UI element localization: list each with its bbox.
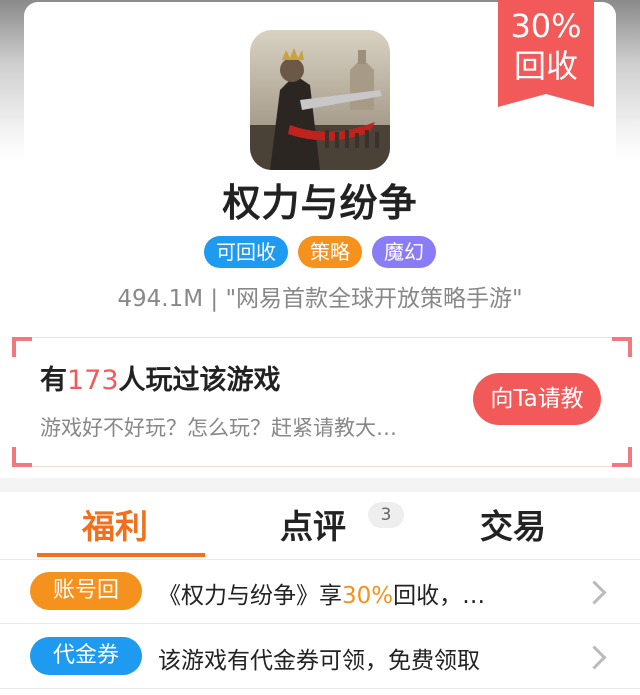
players-suffix: 人玩过该游戏 <box>118 365 281 396</box>
benefit-text-before: 《权力与纷争》享 <box>158 583 342 609</box>
benefit-highlight: 30% <box>342 583 394 609</box>
frame-corner-top-right <box>612 337 632 357</box>
game-size-and-slogan: 494.1M | "网易首款全球开放策略手游" <box>117 286 523 312</box>
row-divider <box>0 623 640 624</box>
game-title: 权力与纷争 <box>222 181 418 225</box>
game-app-icon[interactable] <box>250 30 390 170</box>
row-divider <box>0 688 640 689</box>
rebate-percent: 30% <box>510 7 582 45</box>
benefit-pill-voucher: 代金券 <box>30 637 142 675</box>
tag-strategy[interactable]: 策略 <box>298 236 362 268</box>
frame-corner-bottom-right <box>612 447 632 467</box>
frame-corner-bottom-left <box>12 447 32 467</box>
benefit-text-after: 回收，… <box>393 583 486 609</box>
benefit-text-voucher: 该游戏有代金券可领，免费领取 <box>158 648 480 674</box>
game-tags: 可回收 策略 魔幻 <box>0 236 640 268</box>
benefit-text-account: 《权力与纷争》享30%回收，… <box>158 576 485 610</box>
tab-trade[interactable]: 交易 <box>480 500 546 548</box>
chevron-right-icon <box>582 580 607 605</box>
ask-subtitle: 游戏好不好玩？怎么玩？赶紧请教大… <box>40 416 397 440</box>
active-tab-indicator <box>37 553 205 557</box>
tag-recyclable[interactable]: 可回收 <box>204 236 288 268</box>
tab-reviews[interactable]: 点评 <box>280 500 346 548</box>
ask-player-button[interactable]: 向Ta请教 <box>473 373 601 425</box>
rebate-label: 回收 <box>513 47 578 85</box>
reviews-count-badge: 3 <box>368 502 404 528</box>
chevron-right-icon <box>582 645 607 670</box>
section-separator <box>0 478 640 492</box>
frame-corner-top-left <box>12 337 32 357</box>
players-prefix: 有 <box>40 365 67 396</box>
tabs-divider <box>0 559 640 560</box>
game-icon-artwork <box>250 30 390 170</box>
tag-fantasy[interactable]: 魔幻 <box>372 236 436 268</box>
benefit-pill-account: 账号回 <box>30 572 142 610</box>
rebate-ribbon: 30% 回收 <box>498 0 594 107</box>
tab-benefits[interactable]: 福利 <box>82 500 148 548</box>
rebate-text: 30% 回收 <box>498 6 594 86</box>
players-count-title: 有173人玩过该游戏 <box>40 358 281 397</box>
players-count: 173 <box>67 365 119 396</box>
